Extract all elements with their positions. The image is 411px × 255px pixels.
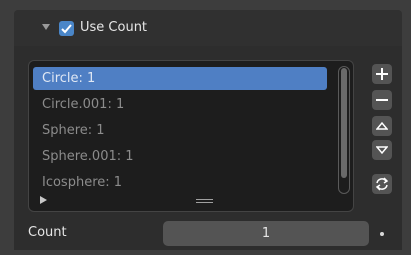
use-count-checkbox[interactable]	[59, 21, 74, 36]
count-label: Count	[28, 225, 67, 240]
remove-item-button[interactable]	[372, 90, 392, 110]
refresh-icon	[375, 177, 389, 191]
move-up-button[interactable]	[372, 116, 392, 136]
count-field[interactable]: 1	[163, 221, 369, 246]
scrollbar-thumb[interactable]	[341, 68, 347, 178]
add-item-button[interactable]	[372, 64, 392, 84]
list-item[interactable]: Circle.001: 1	[33, 93, 327, 116]
plus-icon	[376, 68, 388, 80]
expand-arrow-icon[interactable]	[42, 24, 50, 30]
resize-grip-icon[interactable]	[196, 199, 213, 205]
list-item[interactable]: Sphere.001: 1	[33, 145, 327, 168]
minus-icon	[376, 99, 388, 101]
list-options-toggle-icon[interactable]	[40, 196, 47, 204]
list-item[interactable]: Sphere: 1	[33, 119, 327, 142]
list-item[interactable]: Circle: 1	[33, 67, 327, 90]
move-up-icon	[376, 121, 388, 130]
refresh-button[interactable]	[372, 174, 392, 194]
list-item[interactable]: Icosphere: 1	[33, 171, 327, 194]
use-count-label[interactable]: Use Count	[80, 20, 147, 35]
checkmark-icon	[61, 24, 72, 34]
keyframe-dot-icon[interactable]	[380, 232, 384, 236]
move-down-button[interactable]	[372, 140, 392, 160]
move-down-icon	[376, 146, 388, 155]
